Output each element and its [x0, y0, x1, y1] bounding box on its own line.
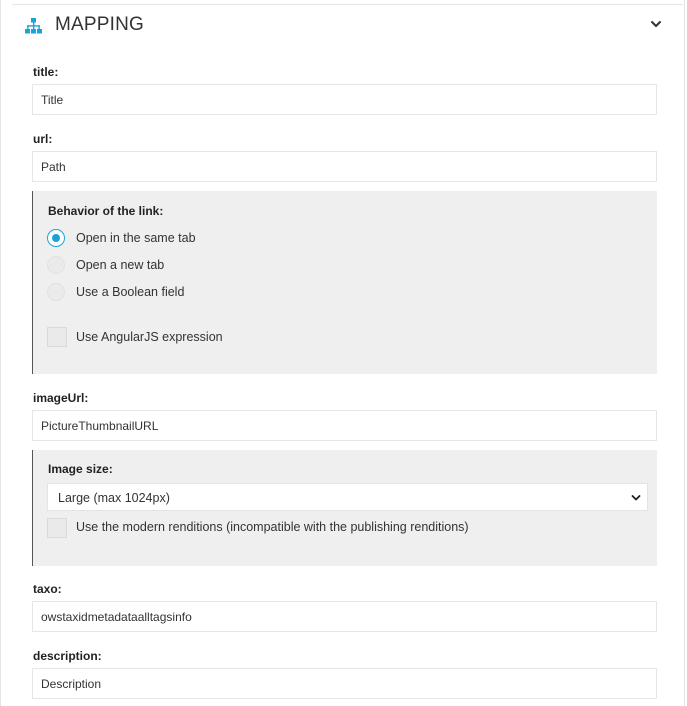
- sitemap-icon: [25, 18, 42, 34]
- taxo-label: taxo:: [33, 582, 62, 596]
- image-size-box: Image size: Large (max 1024px) Use the m…: [32, 450, 657, 566]
- imageurl-input[interactable]: [32, 410, 657, 441]
- radio-label: Open in the same tab: [76, 231, 196, 245]
- imageurl-label: imageUrl:: [33, 391, 89, 405]
- image-size-select[interactable]: Large (max 1024px): [47, 483, 648, 511]
- radio-button[interactable]: [47, 283, 65, 301]
- radio-button[interactable]: [47, 229, 65, 247]
- radio-button[interactable]: [47, 256, 65, 274]
- url-label: url:: [33, 132, 53, 146]
- angularjs-checkbox-label: Use AngularJS expression: [76, 330, 223, 344]
- chevron-down-icon: [631, 495, 641, 501]
- image-size-label: Image size:: [48, 462, 113, 476]
- radio-label: Open a new tab: [76, 258, 165, 272]
- angularjs-checkbox[interactable]: [47, 327, 67, 347]
- taxo-input[interactable]: [32, 601, 657, 632]
- mapping-panel: MAPPING title: url: Behavior of the link…: [0, 0, 685, 706]
- radio-label: Use a Boolean field: [76, 285, 185, 299]
- link-behavior-label: Behavior of the link:: [48, 204, 164, 218]
- chevron-down-icon[interactable]: [649, 17, 663, 31]
- title-input[interactable]: [32, 84, 657, 115]
- modern-renditions-checkbox[interactable]: [47, 518, 67, 538]
- link-behavior-box: Behavior of the link: Open in the same t…: [32, 191, 657, 374]
- description-label: description:: [33, 649, 102, 663]
- title-label: title:: [33, 65, 59, 79]
- panel-title: MAPPING: [55, 14, 145, 35]
- modern-renditions-label: Use the modern renditions (incompatible …: [76, 520, 469, 534]
- mapping-panel-header[interactable]: MAPPING: [12, 5, 683, 47]
- url-input[interactable]: [32, 151, 657, 182]
- image-size-selected-value: Large (max 1024px): [58, 491, 170, 505]
- description-input[interactable]: [32, 668, 657, 699]
